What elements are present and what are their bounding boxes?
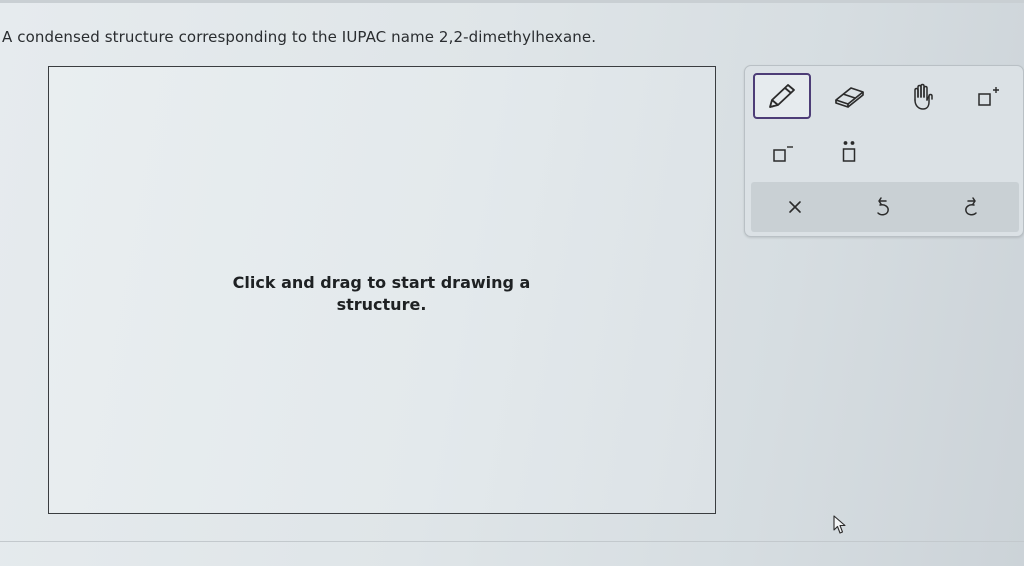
drawing-toolbar — [744, 65, 1024, 237]
add-lone-pair-button[interactable] — [829, 132, 869, 172]
undo-button[interactable] — [863, 187, 903, 227]
pencil-tool-button[interactable] — [753, 73, 811, 119]
redo-button[interactable] — [951, 187, 991, 227]
hand-tool-button[interactable] — [899, 76, 945, 116]
add-negative-charge-button[interactable] — [761, 136, 801, 170]
question-text: A condensed structure corresponding to t… — [2, 28, 597, 46]
drawing-canvas[interactable]: Click and drag to start drawing a struct… — [48, 66, 716, 514]
add-positive-charge-button[interactable] — [967, 80, 1007, 114]
action-row — [751, 182, 1019, 232]
canvas-hint: Click and drag to start drawing a struct… — [232, 273, 531, 314]
clear-icon — [786, 198, 804, 216]
bottom-divider — [0, 541, 1024, 542]
mouse-cursor-icon — [833, 515, 847, 539]
eraser-tool-button[interactable] — [827, 78, 873, 114]
undo-icon — [873, 196, 893, 218]
eraser-icon — [832, 83, 868, 109]
hand-icon — [907, 80, 937, 112]
clear-button[interactable] — [775, 187, 815, 227]
top-divider — [0, 0, 1024, 3]
pencil-icon — [764, 81, 800, 111]
redo-icon — [961, 196, 981, 218]
positive-charge-icon — [973, 84, 1001, 110]
lone-pair-icon — [837, 137, 861, 167]
negative-charge-icon — [767, 140, 795, 166]
